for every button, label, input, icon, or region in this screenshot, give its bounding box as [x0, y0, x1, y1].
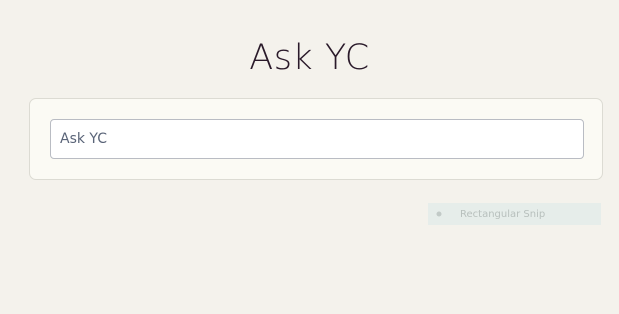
rectangular-snip-toolbar[interactable]: Rectangular Snip — [428, 203, 601, 225]
page-title: Ask YC — [249, 38, 370, 78]
search-input[interactable] — [50, 119, 584, 159]
snip-icon[interactable] — [435, 210, 443, 218]
search-card — [29, 98, 603, 180]
snip-mode-label: Rectangular Snip — [460, 208, 546, 220]
